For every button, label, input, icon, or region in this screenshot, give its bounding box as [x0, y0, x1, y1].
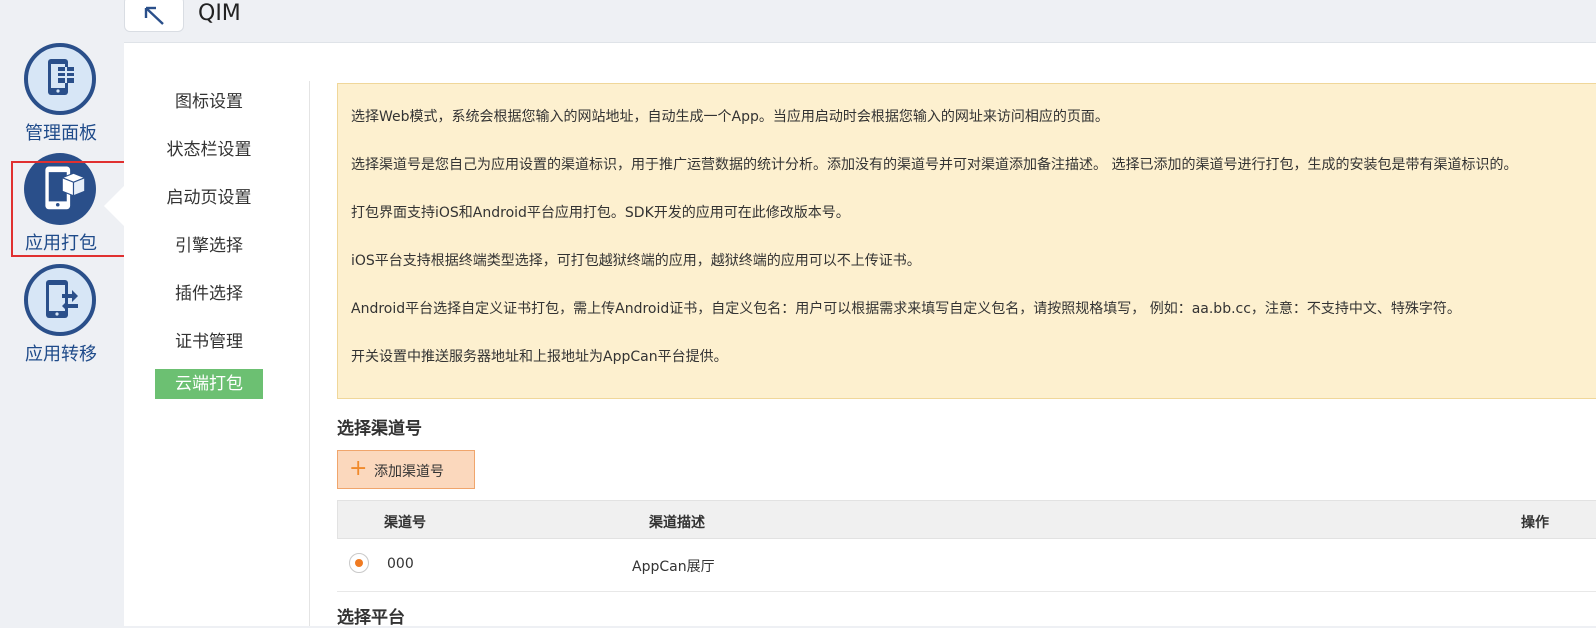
back-button[interactable]: [124, 0, 184, 32]
subnav-item-icon-settings[interactable]: 图标设置: [124, 87, 294, 112]
content-panel: 图标设置 状态栏设置 启动页设置 引擎选择 插件选择 证书管理 云端打包 选择W…: [124, 42, 1596, 628]
info-notice: 选择Web模式，系统会根据您输入的网站地址，自动生成一个App。当应用启动时会根…: [337, 83, 1596, 399]
platform-section-title: 选择平台: [337, 608, 405, 628]
subnav-item-launch-settings[interactable]: 启动页设置: [124, 183, 294, 208]
subnav-item-plugin-select[interactable]: 插件选择: [124, 279, 294, 304]
top-bar: QIM: [122, 0, 1596, 42]
dashboard-phone-icon: [24, 43, 96, 115]
notice-line: Android平台选择自定义证书打包，需上传Android证书，自定义包名：用户…: [351, 301, 1461, 317]
rail-item-transfer[interactable]: 应用转移: [0, 260, 122, 370]
left-rail: 管理面板 应用打包 应用转移: [0, 0, 161, 625]
notice-line: 选择渠道号是您自己为应用设置的渠道标识，用于推广运营数据的统计分析。添加没有的渠…: [351, 157, 1518, 173]
subnav-divider: [309, 81, 310, 626]
add-channel-label: 添加渠道号: [374, 464, 444, 480]
table-row[interactable]: 000 AppCan展厅: [337, 539, 1596, 592]
rail-item-dashboard[interactable]: 管理面板: [0, 0, 122, 150]
notice-line: iOS平台支持根据终端类型选择，可打包越狱终端的应用，越狱终端的应用可以不上传证…: [351, 253, 921, 269]
column-header-channel-id: 渠道号: [384, 515, 426, 531]
rail-label-dashboard: 管理面板: [25, 123, 97, 144]
channel-section-title: 选择渠道号: [337, 419, 422, 439]
subnav-item-cert-management[interactable]: 证书管理: [124, 327, 294, 352]
column-header-channel-desc: 渠道描述: [649, 515, 705, 531]
subnav-item-cloud-packaging[interactable]: 云端打包: [155, 369, 263, 399]
active-pointer: [104, 184, 126, 228]
app-title: QIM: [198, 1, 241, 26]
channel-radio[interactable]: [349, 553, 369, 573]
notice-line: 选择Web模式，系统会根据您输入的网站地址，自动生成一个App。当应用启动时会根…: [351, 109, 1109, 125]
notice-line: 开关设置中推送服务器地址和上报地址为AppCan平台提供。: [351, 349, 728, 365]
arrow-up-left-icon: [144, 6, 164, 25]
subnav-item-statusbar-settings[interactable]: 状态栏设置: [124, 135, 294, 160]
plus-icon: +: [349, 456, 368, 481]
rail-label-transfer: 应用转移: [25, 344, 97, 365]
column-header-actions: 操作: [1521, 515, 1549, 531]
channel-desc-cell: AppCan展厅: [632, 559, 715, 575]
subnav-item-engine-select[interactable]: 引擎选择: [124, 231, 294, 256]
channel-id-cell: 000: [387, 556, 414, 572]
table-header: 渠道号 渠道描述 操作: [337, 500, 1596, 539]
settings-subnav: 图标设置 状态栏设置 启动页设置 引擎选择 插件选择 证书管理 云端打包: [124, 43, 310, 626]
transfer-phone-icon: [24, 264, 96, 336]
notice-line: 打包界面支持iOS和Android平台应用打包。SDK开发的应用可在此修改版本号…: [351, 205, 850, 221]
add-channel-button[interactable]: + 添加渠道号: [337, 450, 475, 489]
